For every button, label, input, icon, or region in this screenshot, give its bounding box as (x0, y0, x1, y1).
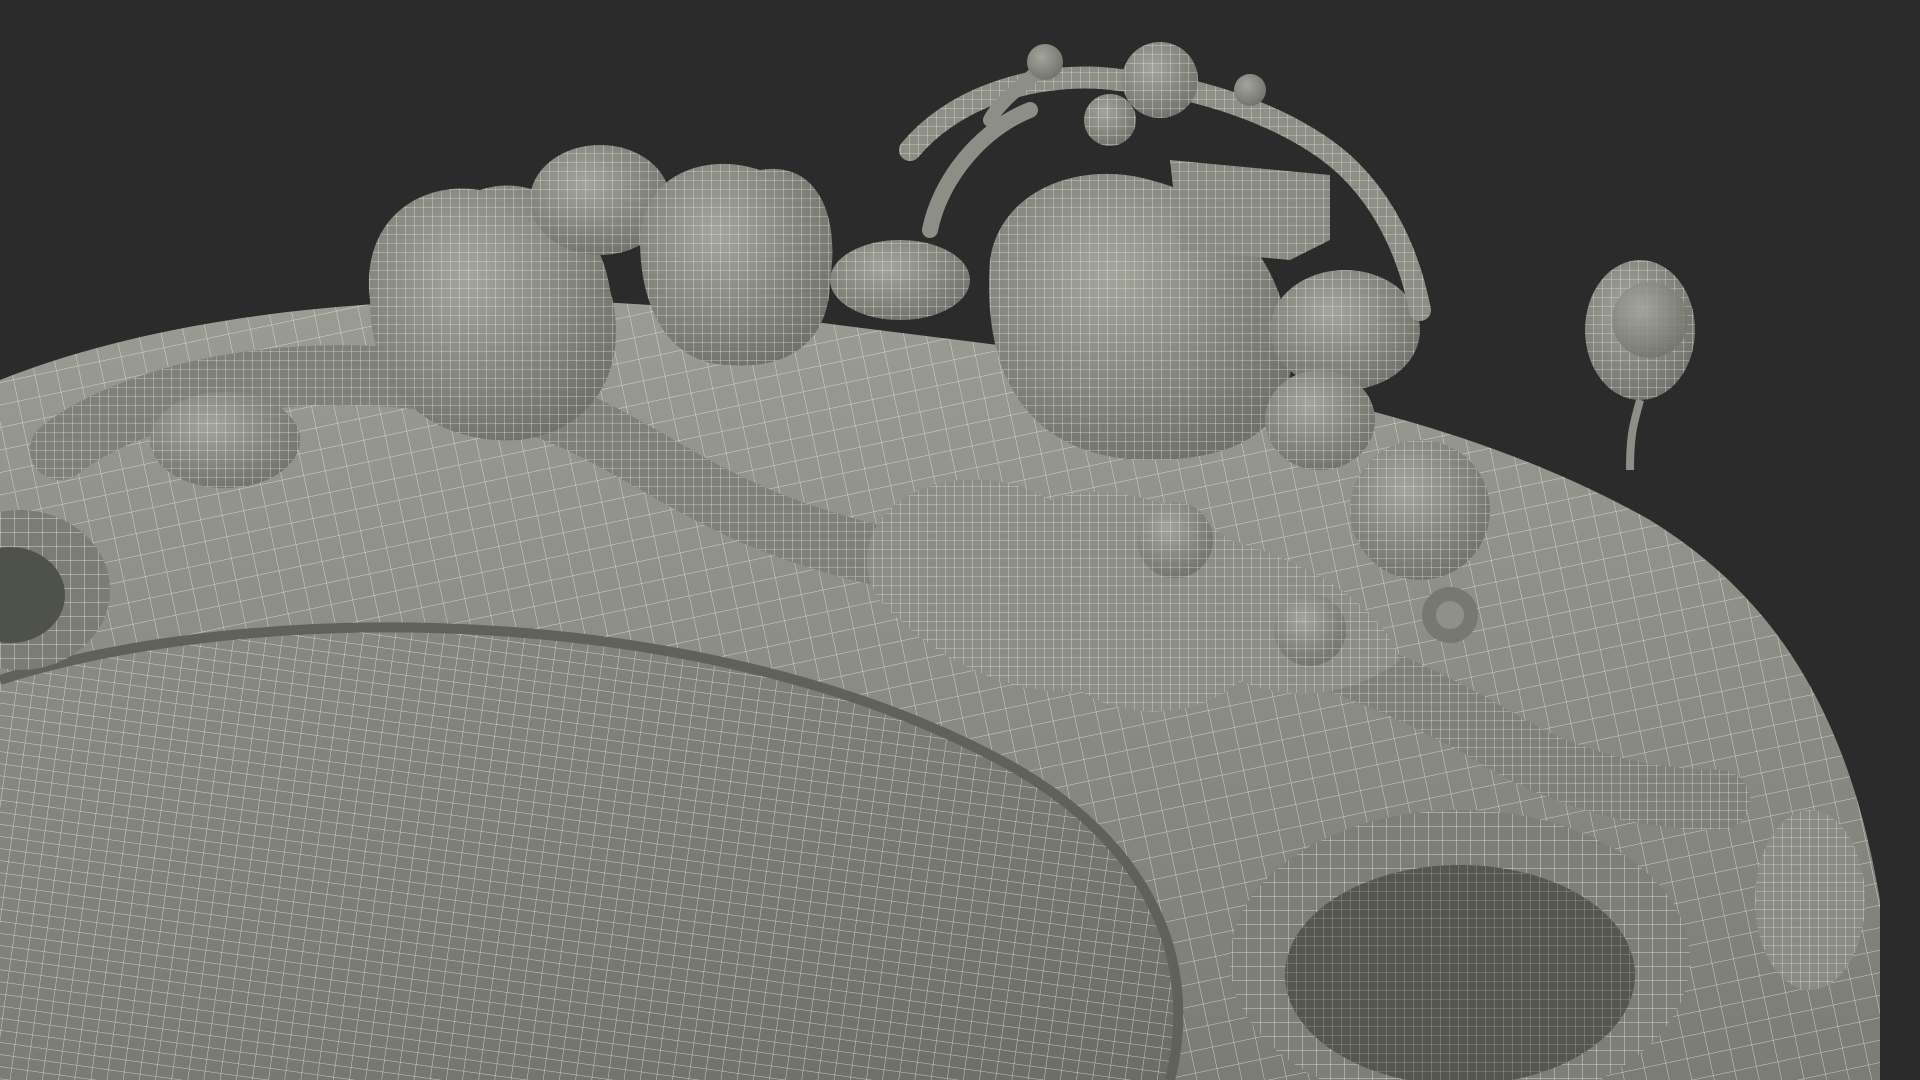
render-viewport (0, 0, 1920, 1080)
model-side-knob (1755, 810, 1865, 990)
wireframe-model-render (0, 42, 1920, 1080)
model-stem-ornament (1585, 260, 1695, 471)
